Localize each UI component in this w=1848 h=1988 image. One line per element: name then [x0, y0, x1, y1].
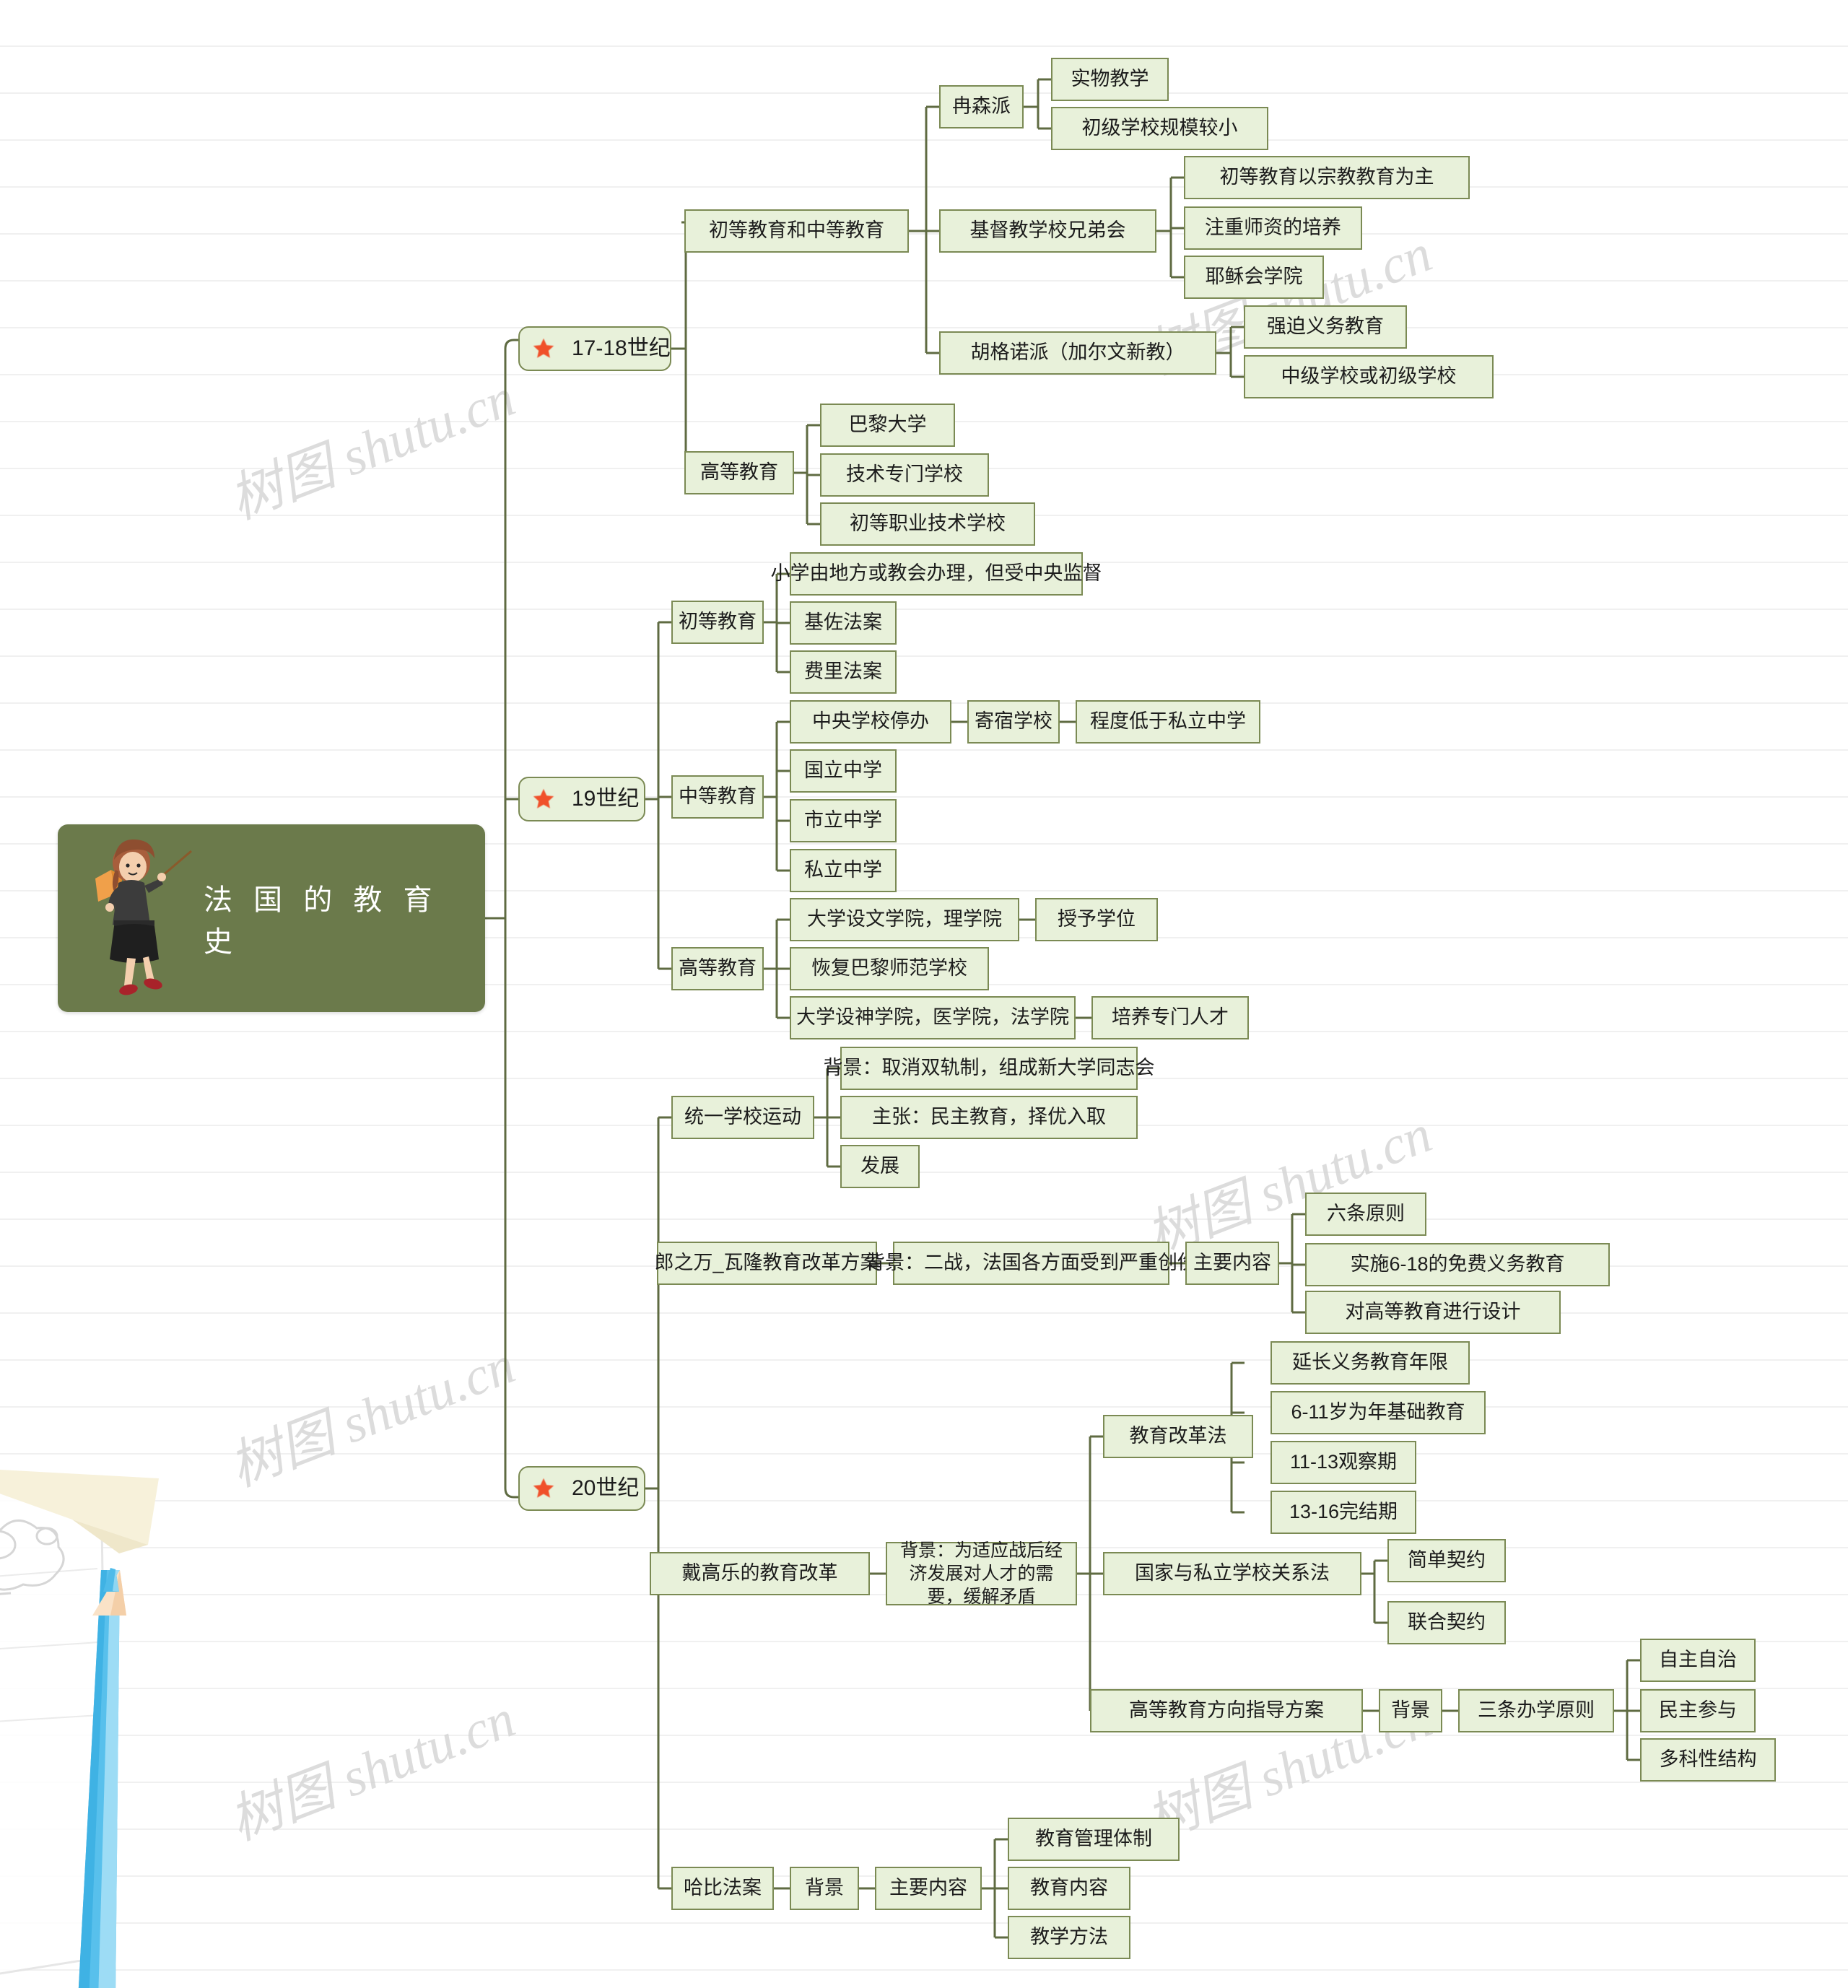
node-object-teaching[interactable]: 实物教学 — [1051, 58, 1169, 101]
node-usm-proposition[interactable]: 主张：民主教育，择优入取 — [840, 1096, 1138, 1139]
node-multidisciplinary-structure[interactable]: 多科性结构 — [1640, 1738, 1776, 1782]
node-ferry-law[interactable]: 费里法案 — [790, 650, 897, 694]
node-haby-background[interactable]: 背景 — [790, 1867, 859, 1910]
node-education-content[interactable]: 教育内容 — [1008, 1867, 1130, 1910]
branch-label: 17-18世纪 — [572, 336, 671, 361]
node-de-gaulle-reform[interactable]: 戴高乐的教育改革 — [650, 1552, 870, 1595]
watermark: 树图 shutu.cn — [222, 367, 523, 531]
node-university-of-paris[interactable]: 巴黎大学 — [820, 404, 955, 447]
node-simple-contract[interactable]: 简单契约 — [1387, 1539, 1506, 1582]
node-national-secondary-school[interactable]: 国立中学 — [790, 749, 897, 793]
root-node[interactable]: 法 国 的 教 育 史 — [58, 824, 485, 1012]
node-education-reform-law[interactable]: 教育改革法 — [1103, 1415, 1253, 1458]
mindmap-canvas: 树图 shutu.cn 树图 shutu.cn 树图 shutu.cn 树图 s… — [0, 0, 1848, 1988]
node-autonomy-self-governance[interactable]: 自主自治 — [1640, 1639, 1756, 1682]
node-haby-main-content[interactable]: 主要内容 — [875, 1867, 982, 1910]
node-joint-contract[interactable]: 联合契约 — [1387, 1601, 1506, 1644]
node-central-schools-closed[interactable]: 中央学校停办 — [790, 700, 951, 744]
node-higher-education-guidance-plan[interactable]: 高等教育方向指导方案 — [1090, 1689, 1363, 1732]
node-lw-background[interactable]: 背景：二战，法国各方面受到严重创伤 — [866, 1242, 1197, 1285]
node-extend-compulsory-years[interactable]: 延长义务教育年限 — [1270, 1341, 1470, 1385]
node-intermediate-or-primary-school[interactable]: 中级学校或初级学校 — [1244, 355, 1494, 398]
root-title: 法 国 的 教 育 史 — [204, 884, 439, 958]
node-primary-vocational-school[interactable]: 初等职业技术学校 — [820, 502, 1035, 546]
node-three-school-principles[interactable]: 三条办学原则 — [1458, 1689, 1614, 1732]
node-dg-background[interactable]: 背景：为适应战后经济发展对人才的需要，缓解矛盾 — [886, 1540, 1077, 1607]
node-teaching-methods[interactable]: 教学方法 — [1008, 1916, 1130, 1959]
branch-label: 19世纪 — [572, 787, 640, 811]
decorative-stationery — [0, 1470, 159, 1988]
node-teacher-training-focus[interactable]: 注重师资的培养 — [1184, 206, 1362, 250]
node-langevin-wallon-plan[interactable]: 郎之万_瓦隆教育改革方案 — [655, 1242, 880, 1285]
node-democratic-participation[interactable]: 民主参与 — [1640, 1689, 1756, 1732]
node-faculty-theology-medicine-law[interactable]: 大学设神学院，医学院，法学院 — [790, 996, 1076, 1039]
node-secondary-education-19[interactable]: 中等教育 — [671, 775, 764, 819]
node-christian-brothers[interactable]: 基督教学校兄弟会 — [939, 209, 1156, 253]
node-religion-based-primary[interactable]: 初等教育以宗教教育为主 — [1184, 156, 1470, 199]
node-free-compulsory-6-18[interactable]: 实施6-18的免费义务教育 — [1305, 1243, 1610, 1286]
node-technical-special-school[interactable]: 技术专门学校 — [820, 453, 989, 497]
node-confer-degrees[interactable]: 授予学位 — [1035, 898, 1158, 941]
node-hegp-background[interactable]: 背景 — [1379, 1689, 1442, 1732]
watermark: 树图 shutu.cn — [222, 1335, 523, 1499]
node-basic-education-6-11[interactable]: 6-11岁为年基础教育 — [1270, 1391, 1486, 1434]
node-higher-education-19[interactable]: 高等教育 — [671, 947, 764, 990]
node-haby-law[interactable]: 哈比法案 — [671, 1867, 774, 1910]
node-design-higher-education[interactable]: 对高等教育进行设计 — [1305, 1291, 1561, 1334]
node-state-private-school-law[interactable]: 国家与私立学校关系法 — [1103, 1552, 1361, 1595]
node-restore-paris-normal-school[interactable]: 恢复巴黎师范学校 — [790, 947, 989, 990]
node-local-church-run-primary[interactable]: 小学由地方或教会办理，但受中央监督 — [771, 552, 1102, 596]
node-usm-development[interactable]: 发展 — [840, 1145, 920, 1188]
branch-20-century[interactable]: 20世纪 — [518, 1466, 645, 1511]
teacher-illustration — [87, 835, 195, 1001]
node-observation-11-13[interactable]: 11-13观察期 — [1270, 1441, 1416, 1484]
node-guizot-law[interactable]: 基佐法案 — [790, 601, 897, 645]
node-compulsory-education[interactable]: 强迫义务教育 — [1244, 305, 1407, 349]
node-huguenots[interactable]: 胡格诺派（加尔文新教） — [939, 331, 1216, 375]
node-lw-main-content[interactable]: 主要内容 — [1185, 1242, 1279, 1285]
node-completion-13-16[interactable]: 13-16完结期 — [1270, 1491, 1416, 1534]
watermark: 树图 shutu.cn — [222, 1688, 523, 1852]
branch-label: 20世纪 — [572, 1476, 640, 1501]
node-six-principles[interactable]: 六条原则 — [1305, 1193, 1426, 1236]
node-unified-school-movement[interactable]: 统一学校运动 — [671, 1096, 814, 1139]
node-usm-background[interactable]: 背景：取消双轨制，组成新大学同志会 — [824, 1047, 1155, 1090]
branch-19-century[interactable]: 19世纪 — [518, 777, 645, 821]
star-icon — [533, 1478, 554, 1498]
node-train-specialists[interactable]: 培养专门人才 — [1091, 996, 1249, 1039]
branch-17-18-century[interactable]: 17-18世纪 — [518, 326, 671, 371]
node-higher-education-1718[interactable]: 高等教育 — [684, 451, 794, 494]
node-lower-than-private-secondary[interactable]: 程度低于私立中学 — [1076, 700, 1260, 744]
node-faculty-arts-sciences[interactable]: 大学设文学院，理学院 — [790, 898, 1019, 941]
node-education-management-system[interactable]: 教育管理体制 — [1008, 1818, 1180, 1861]
node-primary-education-19[interactable]: 初等教育 — [671, 601, 764, 644]
node-municipal-secondary-school[interactable]: 市立中学 — [790, 799, 897, 842]
star-icon — [533, 788, 554, 808]
node-small-primary-schools[interactable]: 初级学校规模较小 — [1051, 107, 1268, 150]
node-primary-secondary-education[interactable]: 初等教育和中等教育 — [684, 209, 909, 253]
node-private-secondary-school[interactable]: 私立中学 — [790, 849, 897, 892]
star-icon — [533, 338, 554, 358]
node-jansenism[interactable]: 冉森派 — [939, 85, 1024, 128]
node-boarding-school[interactable]: 寄宿学校 — [967, 700, 1060, 744]
node-jesuit-college[interactable]: 耶稣会学院 — [1184, 256, 1324, 299]
